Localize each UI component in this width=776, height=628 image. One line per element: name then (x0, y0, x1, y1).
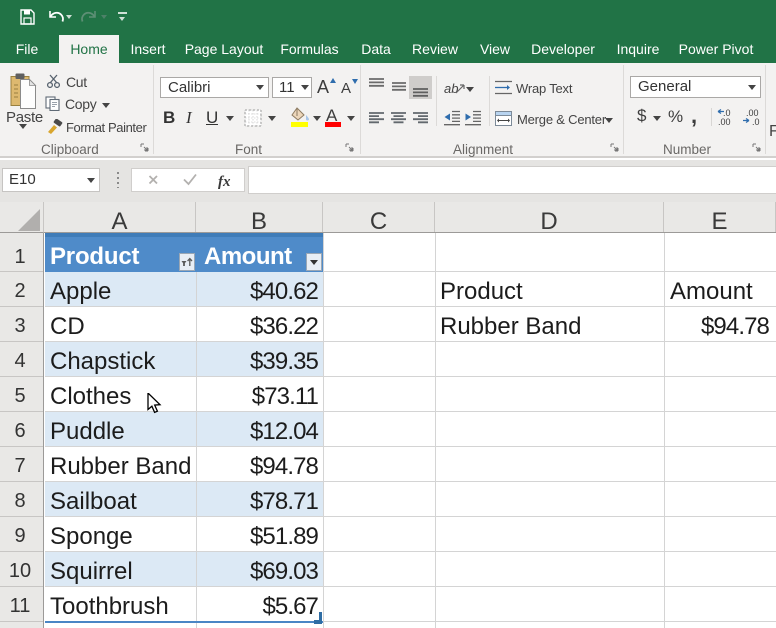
svg-text:.0: .0 (752, 117, 760, 126)
svg-text:.00: .00 (718, 117, 731, 126)
svg-text:fx: fx (218, 174, 231, 190)
svg-text:ab: ab (444, 81, 458, 96)
